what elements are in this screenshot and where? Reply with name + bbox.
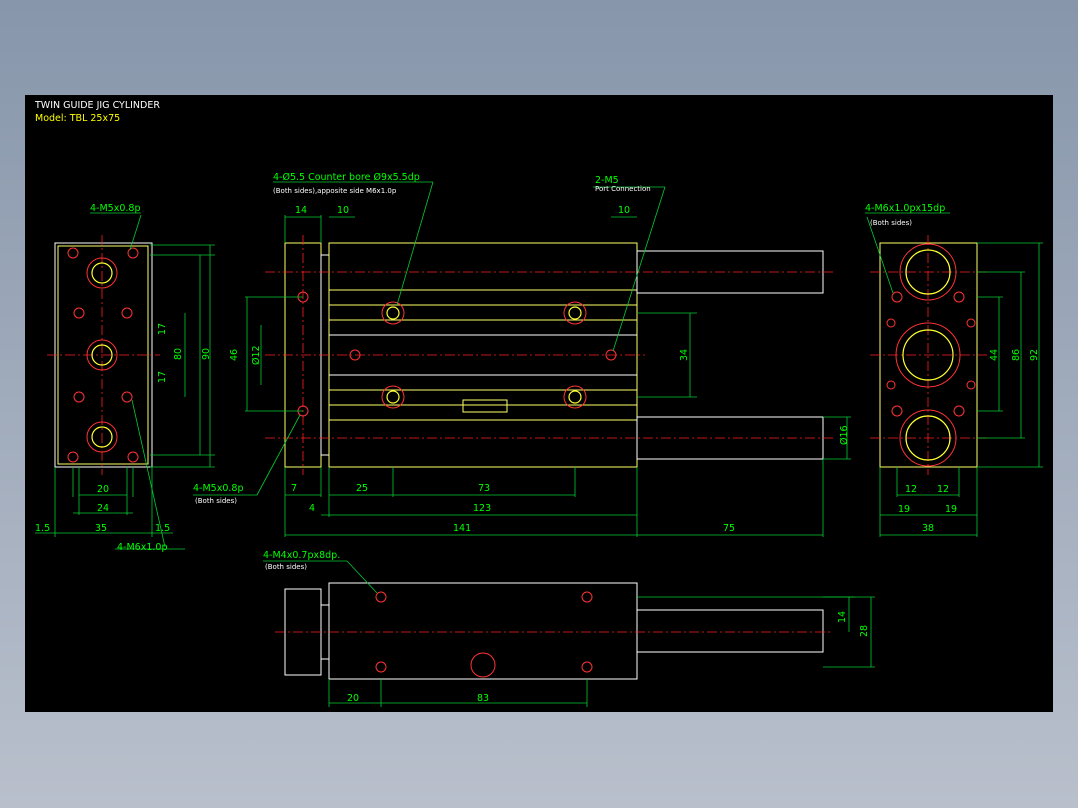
dim-73: 73 (478, 483, 490, 494)
note-right-top-sub: (Both sides) (870, 219, 912, 227)
right-end-view (865, 212, 1043, 537)
dim-80: 80 (173, 348, 184, 360)
dim-141: 141 (453, 523, 471, 534)
dim-r12a: 12 (905, 484, 917, 495)
dim-r12b: 12 (937, 484, 949, 495)
dim-123: 123 (473, 503, 491, 514)
left-end-view (35, 212, 215, 550)
dim-20: 20 (97, 484, 109, 495)
dim-b83: 83 (477, 693, 489, 704)
note-counterbore: 4-Ø5.5 Counter bore Ø9x5.5dp (273, 172, 420, 183)
dim-r19b: 19 (945, 504, 957, 515)
drawing-canvas: TWIN GUIDE JIG CYLINDER Model: TBL 25x75 (25, 95, 1053, 712)
dim-34: 34 (679, 349, 690, 361)
bottom-view (263, 560, 875, 707)
dim-4: 4 (309, 503, 315, 514)
note-bottom-m4-sub: (Both sides) (265, 563, 307, 571)
cad-drawing: TWIN GUIDE JIG CYLINDER Model: TBL 25x75 (34, 100, 1043, 707)
dim-17b: 17 (157, 371, 168, 383)
dim-7: 7 (291, 483, 297, 494)
dim-phi12: Ø12 (251, 345, 262, 365)
dim-1-5a: 1.5 (35, 523, 50, 534)
note-counterbore-sub: (Both sides),apposite side M6x1.0p (273, 187, 397, 195)
dim-10a: 10 (337, 205, 349, 216)
dim-1-5b: 1.5 (155, 523, 170, 534)
dim-35: 35 (95, 523, 107, 534)
dim-b20: 20 (347, 693, 359, 704)
dim-75: 75 (723, 523, 735, 534)
dim-92: 92 (1029, 349, 1040, 361)
dim-86: 86 (1011, 349, 1022, 361)
note-bottom-m4: 4-M4x0.7px8dp. (263, 550, 340, 561)
drawing-title: TWIN GUIDE JIG CYLINDER (34, 100, 160, 111)
note-port-sub: Port Connection (595, 185, 651, 193)
dim-44: 44 (989, 349, 1000, 361)
dim-25: 25 (356, 483, 368, 494)
dim-b14: 14 (837, 611, 848, 623)
dim-24: 24 (97, 503, 109, 514)
dim-17a: 17 (157, 323, 168, 335)
note-left-bottom: 4-M6x1.0p (117, 542, 167, 553)
dim-10b: 10 (618, 205, 630, 216)
dim-phi16: Ø16 (839, 425, 850, 445)
dim-90: 90 (201, 348, 212, 360)
note-right-top: 4-M6x1.0px15dp (865, 203, 945, 214)
note-side-m5: 4-M5x0.8p (193, 483, 243, 494)
dim-r38: 38 (922, 523, 934, 534)
model-label: Model: TBL 25x75 (35, 113, 120, 124)
dim-r19a: 19 (898, 504, 910, 515)
dim-46: 46 (229, 349, 240, 361)
dim-14: 14 (295, 205, 307, 216)
note-side-m5-sub: (Both sides) (195, 497, 237, 505)
dim-b28: 28 (859, 625, 870, 637)
note-left-top: 4-M5x0.8p (90, 203, 140, 214)
